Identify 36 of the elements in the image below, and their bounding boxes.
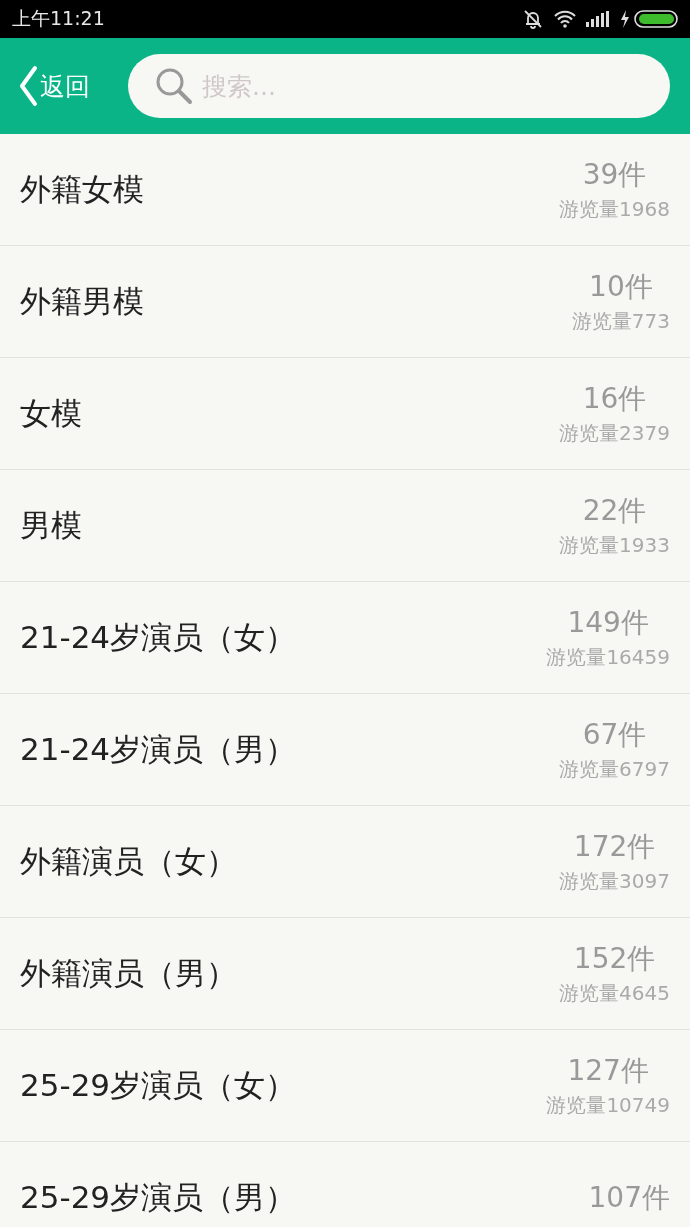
item-count: 172件: [573, 829, 656, 865]
category-item[interactable]: 21-24岁演员（女） 149件 游览量16459: [0, 582, 690, 694]
status-time: 上午11:21: [12, 6, 105, 31]
item-count: 127件: [567, 1053, 649, 1089]
category-item[interactable]: 外籍演员（男） 152件 游览量4645: [0, 918, 690, 1030]
muted-bell-icon: [522, 9, 544, 29]
chevron-left-icon: [18, 65, 38, 107]
category-item[interactable]: 女模 16件 游览量2379: [0, 358, 690, 470]
category-item[interactable]: 25-29岁演员（女） 127件 游览量10749: [0, 1030, 690, 1142]
view-count: 游览量1933: [559, 532, 670, 559]
view-count: 游览量1968: [559, 196, 670, 223]
battery-charging-icon: [620, 9, 680, 29]
view-count: 游览量2379: [559, 420, 670, 447]
view-count: 游览量4645: [559, 980, 670, 1007]
view-count: 游览量773: [571, 308, 670, 335]
item-count: 107件: [588, 1179, 670, 1216]
view-count: 游览量6797: [559, 756, 670, 783]
category-item[interactable]: 外籍男模 10件 游览量773: [0, 246, 690, 358]
view-count: 游览量16459: [546, 644, 670, 671]
view-count: 游览量10749: [546, 1092, 670, 1119]
category-item[interactable]: 25-29岁演员（男） 107件: [0, 1142, 690, 1227]
item-count: 152件: [573, 941, 656, 977]
category-item[interactable]: 男模 22件 游览量1933: [0, 470, 690, 582]
search-icon: [154, 66, 194, 106]
category-item[interactable]: 外籍女模 39件 游览量1968: [0, 134, 690, 246]
item-count: 16件: [582, 381, 647, 417]
item-count: 149件: [567, 605, 649, 641]
wifi-icon: [554, 10, 576, 28]
category-item[interactable]: 外籍演员（女） 172件 游览量3097: [0, 806, 690, 918]
item-count: 10件: [589, 269, 653, 305]
item-count: 39件: [582, 157, 647, 193]
signal-icon: [586, 11, 610, 27]
item-count: 67件: [582, 717, 647, 753]
item-count: 22件: [582, 493, 647, 529]
view-count: 游览量3097: [559, 868, 670, 895]
category-item[interactable]: 21-24岁演员（男） 67件 游览量6797: [0, 694, 690, 806]
